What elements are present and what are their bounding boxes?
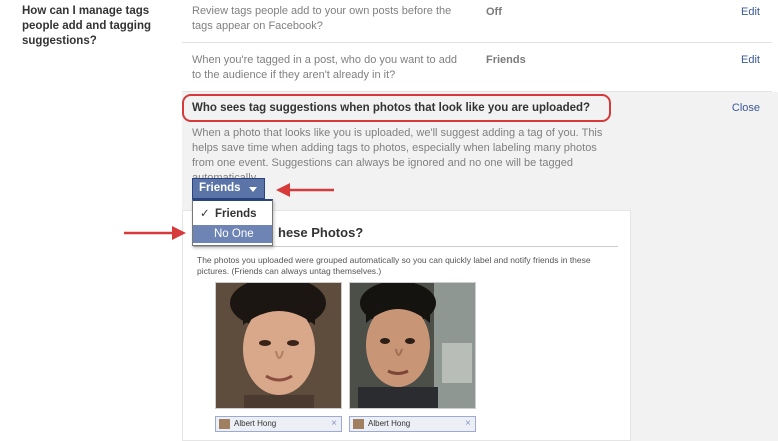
preview-title: hese Photos? [278,225,364,240]
section-heading: How can I manage tags people add and tag… [22,5,152,47]
close-link[interactable]: Close [732,102,760,114]
setting-explanation: When a photo that looks like you is uplo… [192,127,603,184]
face-photo [349,282,476,409]
setting-value: Off [486,6,502,18]
remove-tag-icon[interactable]: × [465,417,471,431]
setting-question: Who sees tag suggestions when photos tha… [192,102,591,114]
setting-row-audience: When you're tagged in a post, who do you… [182,43,772,92]
checkmark-icon: ✓ [200,208,210,220]
annotation-arrow-right-icon [124,226,186,240]
setting-value: Friends [486,54,526,66]
face-photo-image [216,283,341,408]
tag-suggestions-panel: Who sees tag suggestions when photos tha… [182,92,778,441]
setting-description: When you're tagged in a post, who do you… [192,54,458,81]
setting-row-review-tags: Review tags people add to your own posts… [182,0,772,43]
setting-description: Review tags people add to your own posts… [192,5,452,32]
dropdown-option-friends[interactable]: ✓ Friends [193,205,272,223]
dropdown-selected-label: Friends [199,182,241,194]
tag-name: Albert Hong [234,419,277,428]
divider [193,246,618,247]
avatar [353,419,364,429]
annotation-arrow-left-icon [276,183,334,197]
tag-chip: Albert Hong × [215,416,342,432]
face-photo [215,282,342,409]
remove-tag-icon[interactable]: × [331,417,337,431]
edit-link[interactable]: Edit [741,6,760,18]
avatar [219,419,230,429]
preview-text: The photos you uploaded were grouped aut… [197,255,591,276]
option-label: No One [214,228,254,240]
audience-dropdown-button[interactable]: Friends [192,178,265,199]
dropdown-option-no-one[interactable]: No One [193,225,272,243]
audience-dropdown-menu: ✓ Friends No One [192,199,273,246]
option-label: Friends [215,208,257,220]
edit-link[interactable]: Edit [741,54,760,66]
tag-name: Albert Hong [368,419,411,428]
face-photo-image [350,283,475,408]
tag-chip: Albert Hong × [349,416,476,432]
caret-down-icon [249,187,257,192]
